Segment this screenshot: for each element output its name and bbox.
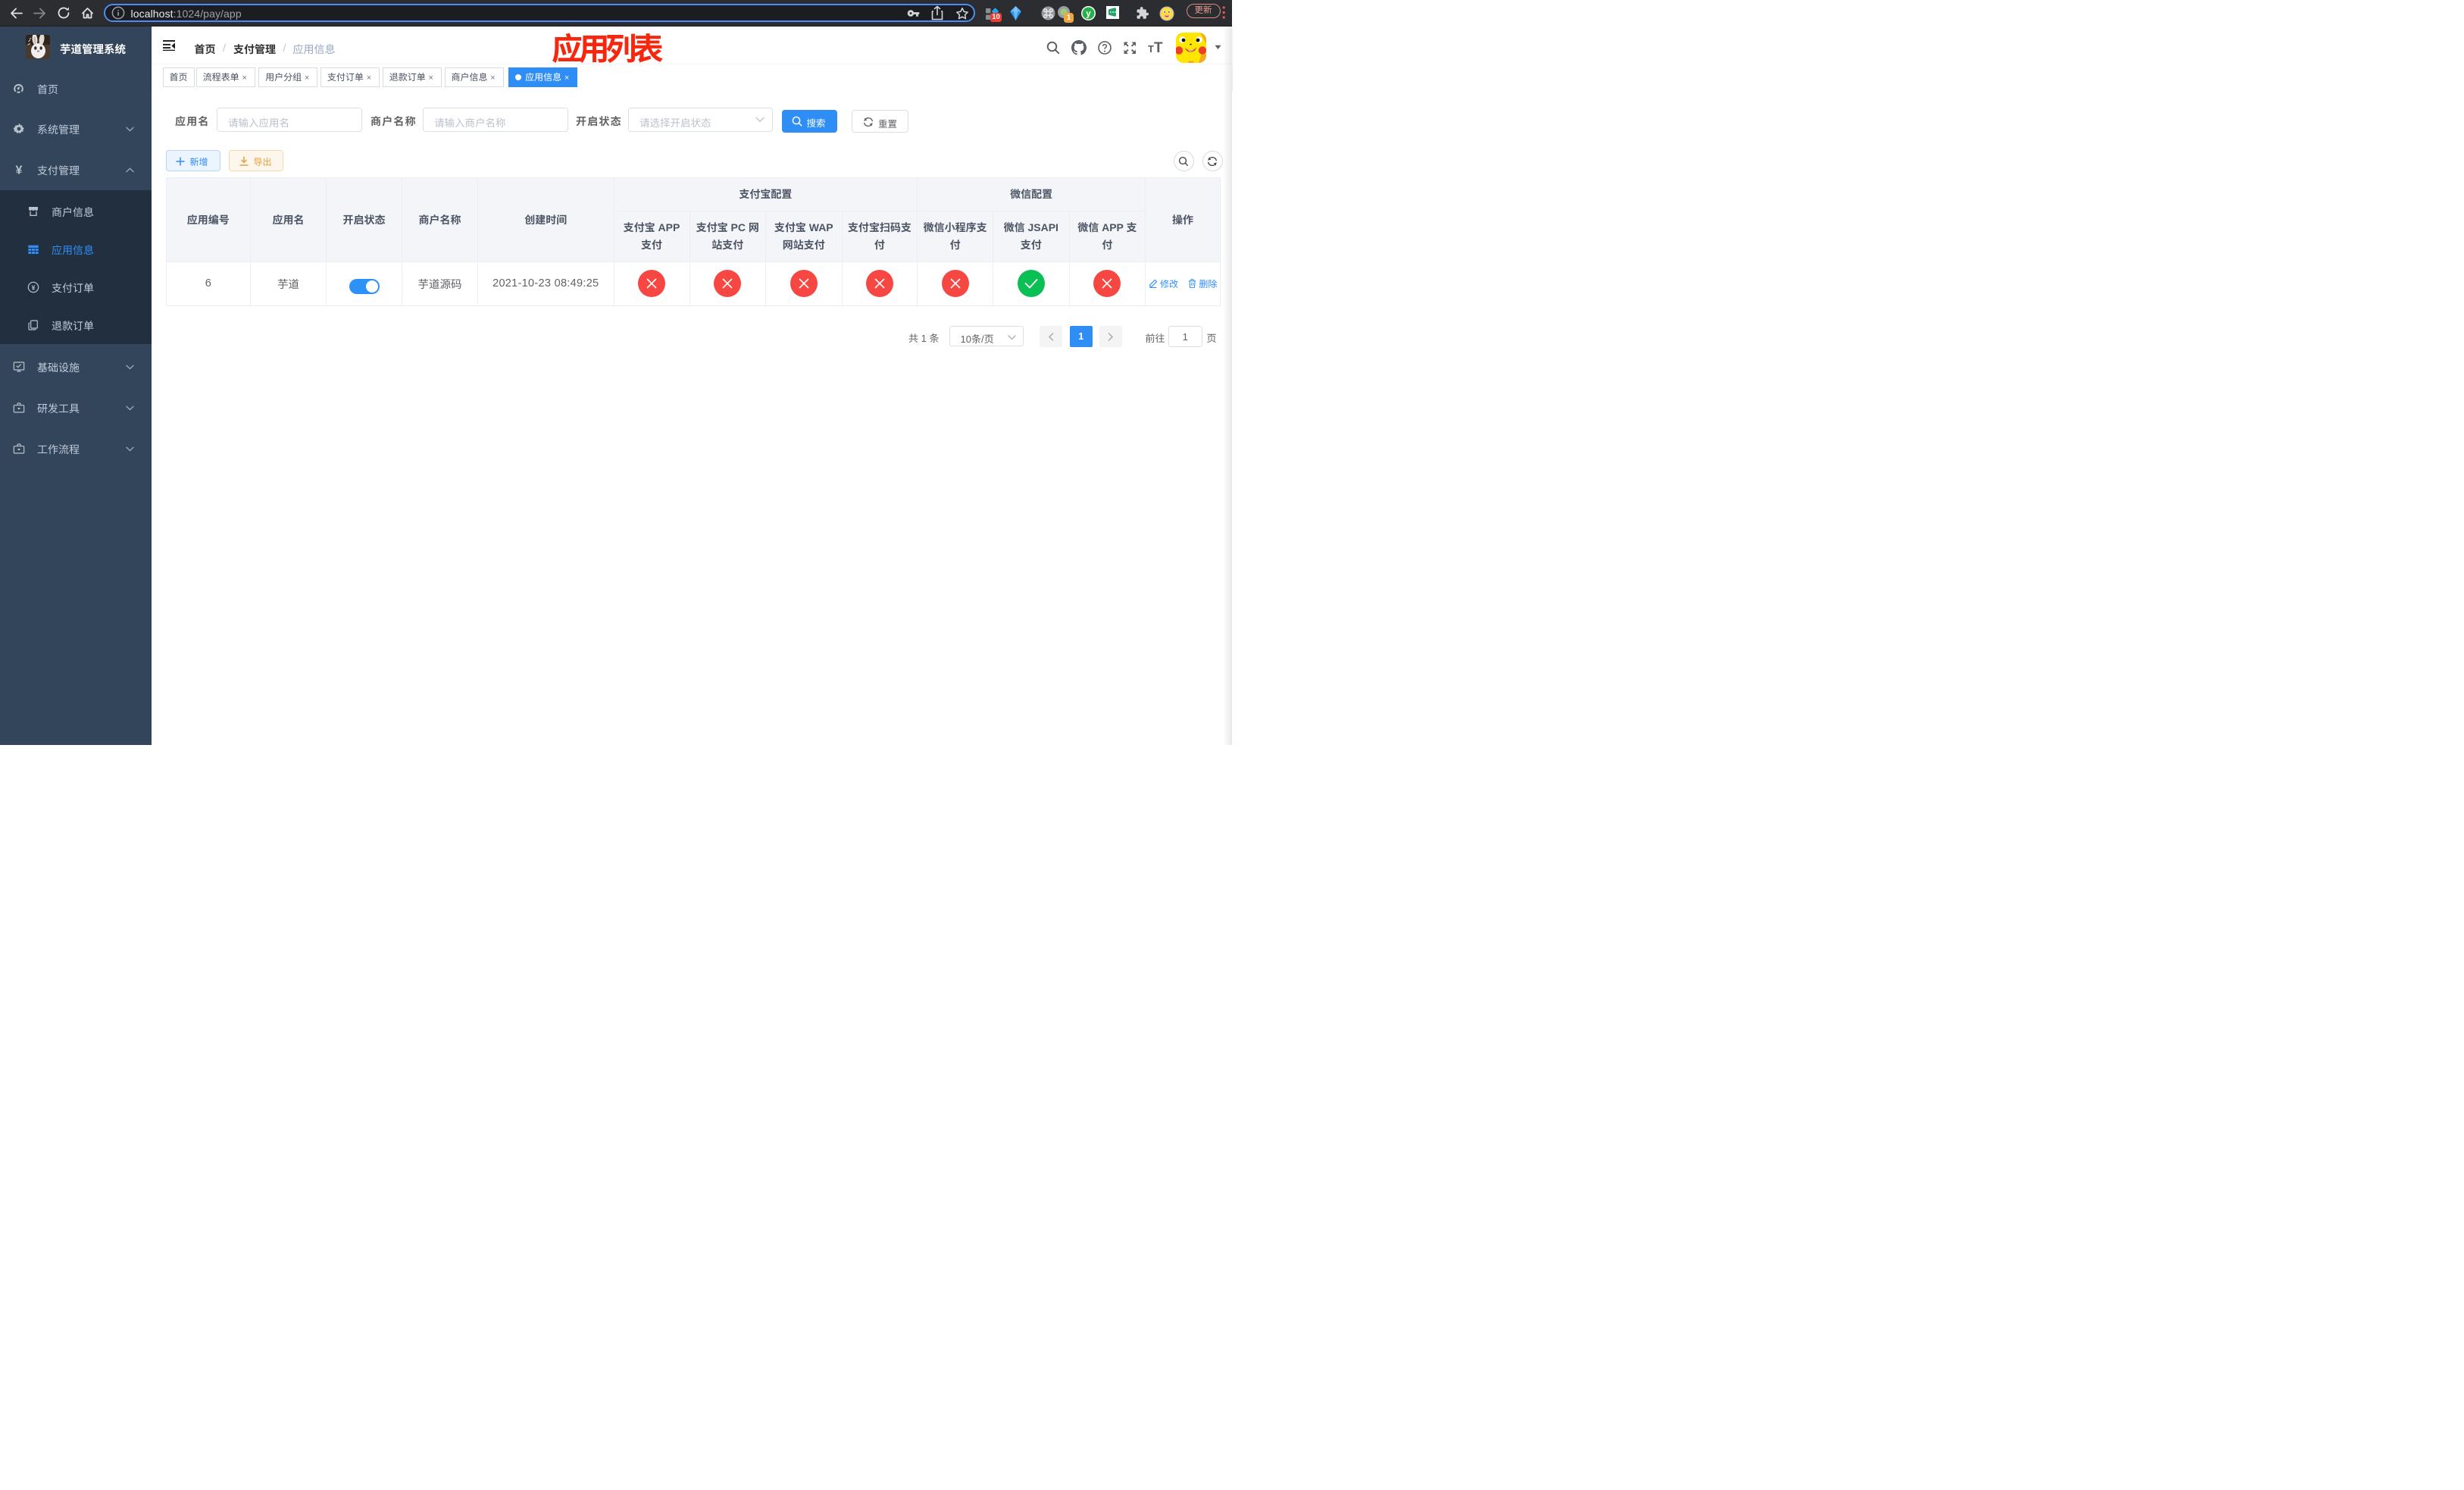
svg-text:y: y: [1086, 10, 1091, 19]
svg-text:¥: ¥: [32, 283, 36, 291]
svg-text:¥: ¥: [16, 164, 23, 177]
